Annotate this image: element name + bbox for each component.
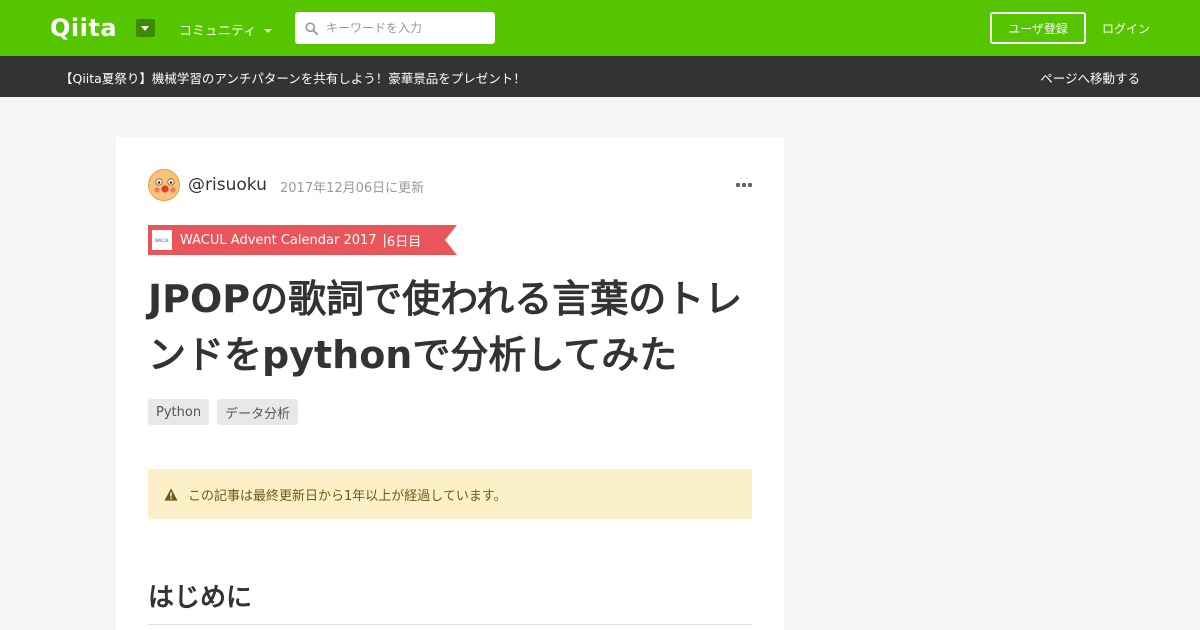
- signup-button[interactable]: ユーザ登録: [990, 12, 1086, 44]
- advent-day: 6日目: [386, 234, 422, 250]
- advent-calendar-ribbon[interactable]: WACUL WACUL Advent Calendar 2017 | 6日目: [148, 225, 458, 255]
- search-input[interactable]: [326, 21, 486, 35]
- tag-data-analysis[interactable]: データ分析: [217, 399, 299, 425]
- search-icon: [305, 21, 318, 35]
- author-link[interactable]: @risuoku: [188, 175, 267, 195]
- updated-date: 2017年12月06日に更新: [280, 181, 425, 196]
- advent-calendar-name: WACUL Advent Calendar 2017: [180, 232, 377, 248]
- tag-list: Python データ分析: [148, 399, 299, 425]
- chevron-down-icon: [264, 28, 273, 33]
- login-link[interactable]: ログイン: [1102, 20, 1150, 37]
- article-title: JPOPの歌詞で使われる言葉のトレンドをpythonで分析してみた: [148, 277, 743, 377]
- community-label: コミュニティ: [179, 24, 257, 39]
- avatar-face-icon: [149, 170, 179, 200]
- banner-text[interactable]: 【Qiita夏祭り】機械学習のアンチパターンを共有しよう！豪華景品をプレゼント！: [60, 68, 526, 87]
- top-navbar: Qiita コミュニティ ユーザ登録 ログイン: [0, 0, 1200, 56]
- more-options-icon[interactable]: [736, 183, 752, 187]
- logo-dropdown-button[interactable]: [136, 19, 155, 37]
- section-heading: はじめに: [148, 577, 752, 625]
- banner-link[interactable]: ページへ移動する: [1040, 68, 1140, 87]
- warning-icon: [164, 487, 178, 501]
- alert-text: この記事は最終更新日から1年以上が経過しています。: [188, 488, 507, 504]
- qiita-logo[interactable]: Qiita: [50, 14, 117, 42]
- announcement-banner: 【Qiita夏祭り】機械学習のアンチパターンを共有しよう！豪華景品をプレゼント！…: [0, 56, 1200, 97]
- community-menu[interactable]: コミュニティ: [179, 20, 273, 39]
- search-box[interactable]: [295, 12, 495, 44]
- avatar[interactable]: [148, 169, 180, 201]
- article-card: @risuoku 2017年12月06日に更新 WACUL WACUL Adve…: [116, 137, 784, 630]
- wacul-logo-icon: WACUL: [152, 230, 172, 250]
- tag-python[interactable]: Python: [148, 399, 210, 425]
- outdated-alert: この記事は最終更新日から1年以上が経過しています。: [148, 469, 752, 519]
- ribbon-tail: [445, 225, 458, 255]
